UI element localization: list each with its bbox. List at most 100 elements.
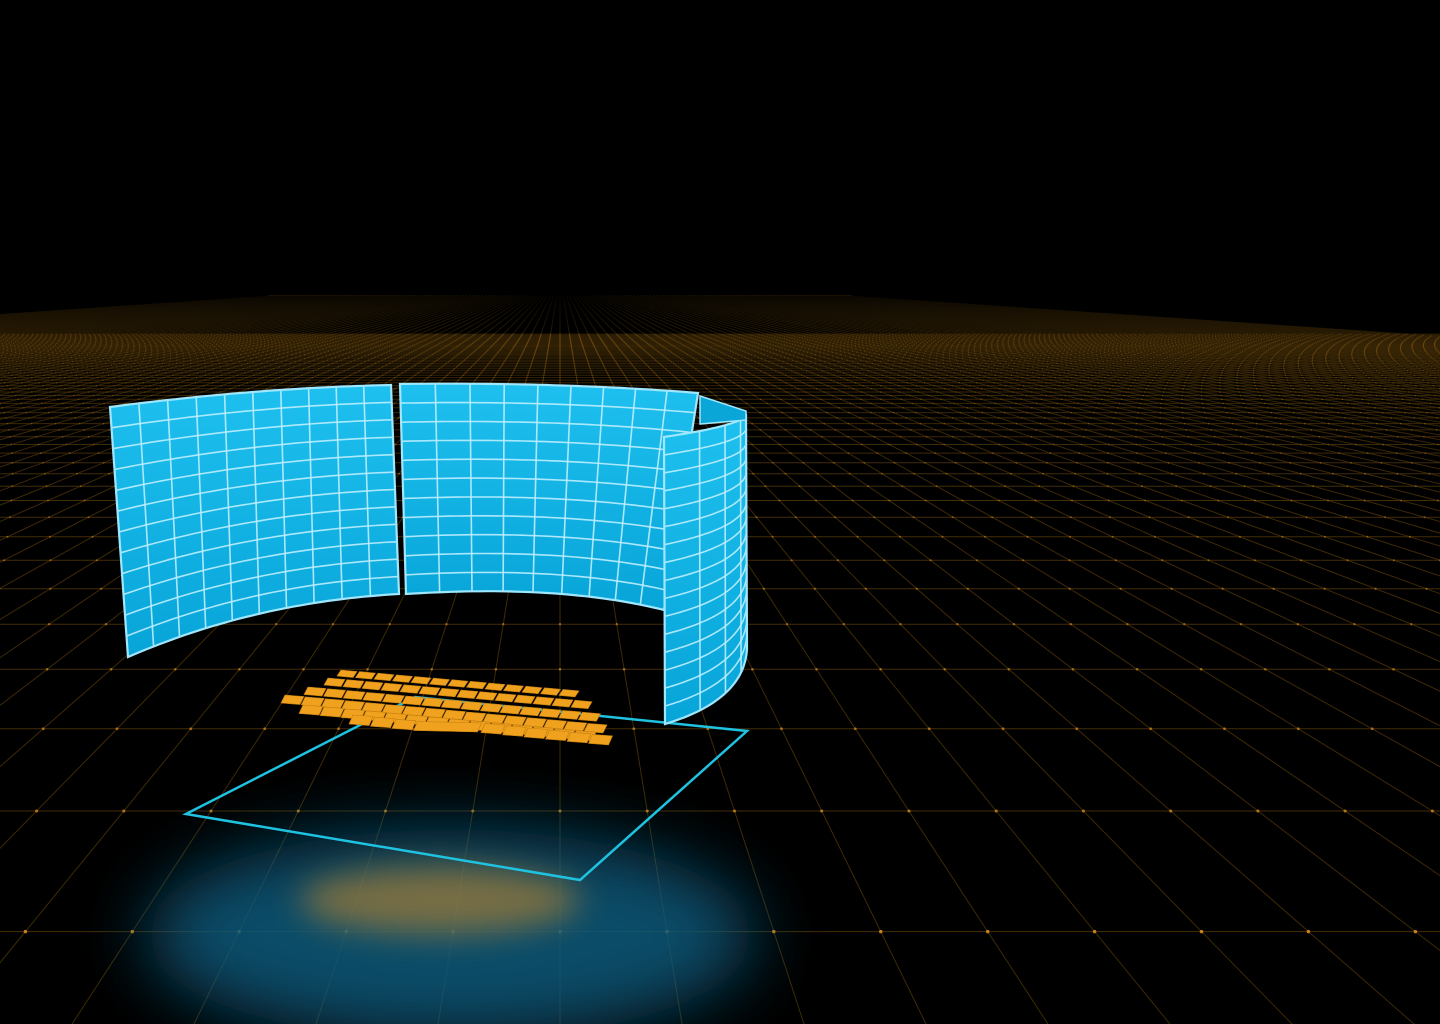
floor-grid-dot: [794, 516, 797, 519]
floor-grid-dot: [815, 668, 818, 671]
floor-grid-dot: [975, 559, 978, 562]
floor-grid-dot: [558, 809, 562, 813]
floor-grid-dot: [1300, 559, 1303, 562]
floor-grid-dot: [445, 623, 448, 626]
floor-grid-dot: [1092, 929, 1097, 934]
floor-grid-dot: [915, 587, 918, 590]
floor-grid-dot: [1022, 559, 1025, 562]
floor-grid-dot: [1169, 809, 1173, 813]
floor-grid-dot: [49, 559, 52, 562]
floor-grid-dot: [1069, 623, 1072, 626]
floor-grid-dot: [1366, 535, 1369, 538]
floor-grid-dot: [898, 535, 902, 538]
floor-grid-dot: [558, 668, 562, 671]
floor-grid-dot: [48, 623, 51, 626]
floor-grid-dot: [1370, 727, 1374, 731]
floor-grid-dot: [1148, 516, 1151, 519]
floor-grid-dot: [771, 535, 774, 538]
floor-grid-dot: [1374, 587, 1377, 590]
floor-grid-dot: [1436, 499, 1439, 502]
floor-grid-dot: [1207, 559, 1210, 562]
floor-grid-dot: [929, 559, 932, 562]
floor-grid-dot: [502, 623, 505, 626]
floor-grid-dot: [1423, 516, 1426, 519]
floor-grid-dot: [1149, 727, 1153, 731]
floor-grid-dot: [174, 668, 177, 671]
floor-grid-dot: [924, 499, 927, 502]
floor-grid-dot: [1223, 727, 1226, 731]
floor-grid-dot: [1264, 668, 1267, 671]
floor-grid-dot: [8, 516, 11, 519]
floor-grid-dot: [1012, 623, 1016, 626]
floor-grid-dot: [1410, 623, 1413, 626]
floor-grid-dot: [1119, 587, 1122, 590]
floor-grid-dot: [388, 623, 391, 626]
floor-grid-dot: [836, 559, 839, 562]
floor-grid-dot: [856, 535, 859, 538]
floor-grid-dot: [762, 587, 766, 590]
floor-grid-dot: [961, 499, 964, 502]
floor-grid-dot: [10, 499, 13, 502]
floor-grid-dot: [983, 535, 987, 538]
floor-grid-dot: [1068, 559, 1071, 562]
floor-grid-dot: [1253, 559, 1256, 562]
floor-grid-dot: [1030, 516, 1033, 519]
floor-grid-dot: [41, 727, 45, 731]
floor-grid-dot: [48, 516, 51, 519]
floor-grid-dot: [873, 516, 876, 519]
floor-grid-dot: [95, 559, 98, 562]
floor-grid-dot: [1068, 535, 1072, 538]
floor-grid-dot: [1071, 668, 1075, 671]
floor-grid-dot: [1069, 516, 1072, 519]
floor-grid-dot: [430, 668, 434, 671]
floor-grid-dot: [115, 727, 119, 731]
floor-grid-dot: [927, 727, 931, 731]
floor-grid-dot: [189, 727, 193, 731]
floor-grid-dot: [851, 499, 854, 502]
floor-grid-dot: [853, 727, 857, 731]
floor-grid-dot: [1327, 499, 1329, 502]
floor-grid-dot: [296, 809, 300, 813]
floor-grid-dot: [879, 668, 882, 671]
floor-grid-dot: [1107, 499, 1110, 502]
floor-grid-dot: [1081, 809, 1085, 813]
floor-grid-dot: [366, 668, 369, 671]
floor-grid-dot: [1344, 516, 1347, 519]
floor-grid-dot: [943, 668, 946, 671]
floor-grid-dot: [1266, 516, 1269, 519]
floor-grid-dot: [997, 499, 1000, 502]
floor-grid-dot: [1071, 499, 1073, 502]
floor-grid-dot: [1346, 559, 1349, 562]
floor-grid-dot: [780, 727, 783, 731]
floor-grid-dot: [1034, 499, 1037, 502]
floor-grid-dot: [912, 516, 915, 519]
floor-grid-dot: [815, 499, 817, 502]
floor-grid-dot: [383, 809, 388, 813]
floor-grid-dot: [1296, 623, 1299, 626]
floor-grid-dot: [83, 499, 86, 502]
floor-grid-dot: [45, 668, 49, 671]
floor-grid-dot: [1199, 668, 1203, 671]
floor-grid-dot: [615, 623, 618, 626]
floor-grid-dot: [1256, 809, 1260, 813]
floor-grid-dot: [87, 516, 90, 519]
floor-grid-dot: [1323, 587, 1326, 590]
scene-canvas: [0, 295, 1440, 1024]
floor-grid-dot: [966, 587, 969, 590]
floor-grid-dot: [1384, 516, 1387, 519]
floor-grid-dot: [1221, 587, 1224, 590]
floor-grid-dot: [1328, 668, 1331, 671]
floor-grid-dot: [834, 516, 837, 519]
floor-grid-dot: [1017, 587, 1020, 590]
floor-grid-dot: [778, 499, 781, 502]
floor-grid-dot: [331, 623, 335, 626]
floor-grid-dot: [751, 668, 754, 671]
floor-grid-dot: [772, 929, 776, 934]
floor-grid-dot: [1253, 499, 1256, 502]
floor-grid-dot: [100, 587, 103, 590]
floor-grid-dot: [732, 809, 737, 813]
floor-grid-dot: [864, 587, 867, 590]
floor-grid-dot: [275, 623, 278, 626]
floor-grid-dot: [1026, 535, 1029, 538]
floor-grid-dot: [813, 587, 817, 590]
